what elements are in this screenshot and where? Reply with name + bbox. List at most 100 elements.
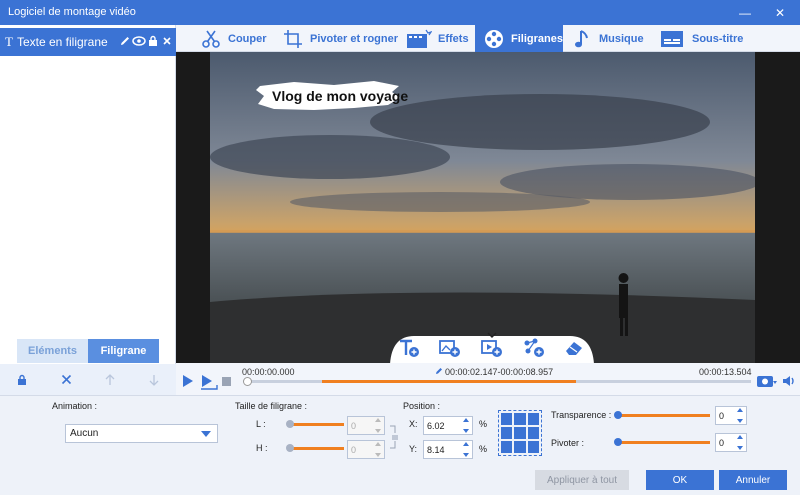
lock-button[interactable]	[0, 364, 44, 395]
watermark-icon	[483, 28, 505, 50]
add-shape-icon[interactable]	[523, 338, 545, 361]
y-label: Y:	[409, 444, 418, 454]
title-bar: Logiciel de montage vidéo — ✕	[0, 0, 800, 25]
edit-icon[interactable]	[118, 34, 132, 48]
time-start: 00:00:00.000	[242, 367, 295, 377]
timeline-bar: 00:00:00.000 00:00:02.147-00:00:08.957 0…	[176, 363, 800, 395]
watermark-text-label: Vlog de mon voyage	[272, 88, 409, 104]
move-down-button[interactable]	[132, 364, 176, 395]
eraser-icon[interactable]	[564, 338, 586, 361]
rotate-slider[interactable]	[614, 438, 710, 446]
eye-icon[interactable]	[132, 34, 146, 48]
height-input[interactable]: 0	[347, 440, 385, 459]
transparency-input[interactable]: 0	[715, 406, 747, 425]
width-input[interactable]: 0	[347, 416, 385, 435]
close-button[interactable]: ✕	[765, 0, 795, 25]
size-label: Taille de filigrane :	[235, 401, 308, 411]
y-input[interactable]: 8.14	[423, 440, 473, 459]
close-icon	[61, 374, 71, 385]
height-slider[interactable]	[286, 444, 344, 452]
animation-label: Animation :	[52, 401, 98, 411]
time-end: 00:00:13.504	[699, 367, 752, 377]
tab-filigrane[interactable]: Filigrane	[88, 339, 159, 363]
lock-icon[interactable]	[146, 34, 160, 48]
l-label: L :	[256, 419, 266, 429]
apply-all-button[interactable]: Appliquer à tout	[535, 470, 629, 490]
watermark-list-item[interactable]: T Texte en filigrane	[0, 28, 176, 56]
rotate-crop-icon	[282, 28, 304, 50]
y-percent: %	[479, 444, 488, 454]
delete-button[interactable]	[44, 364, 88, 395]
arrow-down-icon	[149, 374, 159, 386]
animation-select[interactable]: Aucun	[65, 424, 218, 443]
timeline-track[interactable]	[243, 377, 751, 386]
tab-elements[interactable]: Eléments	[17, 339, 88, 363]
position-middle-right[interactable]	[527, 427, 539, 439]
rotate-input[interactable]: 0	[715, 433, 747, 452]
timeline-selection	[322, 380, 576, 383]
position-grid[interactable]	[498, 410, 542, 456]
cut-icon	[200, 28, 222, 50]
width-slider[interactable]	[286, 420, 344, 428]
x-percent: %	[479, 419, 488, 429]
move-up-button[interactable]	[88, 364, 132, 395]
add-video-icon[interactable]	[481, 332, 503, 361]
sidebar-actions	[0, 364, 176, 395]
time-selection: 00:00:02.147-00:00:08.957	[445, 367, 554, 377]
position-bottom-right[interactable]	[527, 441, 539, 453]
stop-icon[interactable]	[222, 377, 231, 389]
minimize-button[interactable]: —	[730, 0, 760, 25]
position-bottom-left[interactable]	[501, 441, 513, 453]
add-text-icon[interactable]	[398, 338, 420, 361]
position-top-right[interactable]	[527, 413, 539, 425]
position-center[interactable]	[514, 427, 526, 439]
link-lock-icon[interactable]	[389, 425, 399, 452]
watermark-item-label: Texte en filigrane	[16, 35, 108, 49]
tab-musique[interactable]: Musique	[573, 25, 644, 52]
watermark-toolbar	[378, 332, 606, 364]
video-preview-area: Vlog de mon voyage	[176, 52, 800, 363]
position-top-center[interactable]	[514, 413, 526, 425]
play-selection-icon[interactable]	[200, 374, 218, 393]
text-watermark[interactable]: Vlog de mon voyage	[254, 80, 408, 112]
cancel-button[interactable]: Annuler	[719, 470, 787, 490]
chevron-down-icon	[201, 431, 211, 437]
volume-icon[interactable]	[782, 374, 796, 391]
position-bottom-center[interactable]	[514, 441, 526, 453]
watermark-settings-panel: Animation : Aucun Taille de filigrane : …	[0, 395, 800, 495]
editor-tabs: Couper Pivoter et rogner Effets Filigran…	[176, 25, 800, 52]
chevron-down-icon	[487, 329, 497, 341]
tab-sous-titre[interactable]: Sous-titre	[660, 25, 743, 52]
x-input[interactable]: 6.02	[423, 416, 473, 435]
playhead[interactable]	[243, 377, 252, 386]
h-label: H :	[256, 443, 268, 453]
play-icon[interactable]	[182, 374, 194, 391]
position-middle-left[interactable]	[501, 427, 513, 439]
video-frame[interactable]: Vlog de mon voyage	[210, 52, 755, 363]
lock-icon	[18, 374, 26, 385]
transparency-label: Transparence :	[551, 410, 612, 420]
ok-button[interactable]: OK	[646, 470, 714, 490]
effects-icon	[406, 29, 432, 49]
window-title: Logiciel de montage vidéo	[8, 6, 136, 18]
camera-icon[interactable]	[756, 374, 778, 391]
x-label: X:	[409, 419, 418, 429]
tab-couper[interactable]: Couper	[200, 25, 267, 52]
position-label: Position :	[403, 401, 441, 411]
tab-pivoter-rogner[interactable]: Pivoter et rogner	[282, 25, 398, 52]
music-icon	[573, 28, 593, 50]
add-image-icon[interactable]	[439, 338, 461, 361]
animation-value: Aucun	[70, 428, 99, 439]
tab-effets[interactable]: Effets	[406, 25, 469, 52]
remove-icon[interactable]	[160, 34, 174, 48]
text-watermark-icon: T	[5, 34, 13, 49]
transparency-slider[interactable]	[614, 411, 710, 419]
subtitle-icon	[660, 29, 686, 49]
position-top-left[interactable]	[501, 413, 513, 425]
watermark-sidebar: T Texte en filigrane Eléments Filigrane	[0, 25, 176, 395]
arrow-up-icon	[105, 373, 115, 385]
sidebar-tabs: Eléments Filigrane	[17, 339, 159, 363]
rotate-label: Pivoter :	[551, 438, 585, 448]
edit-icon	[435, 366, 443, 378]
tab-filigranes[interactable]: Filigranes	[475, 25, 563, 52]
